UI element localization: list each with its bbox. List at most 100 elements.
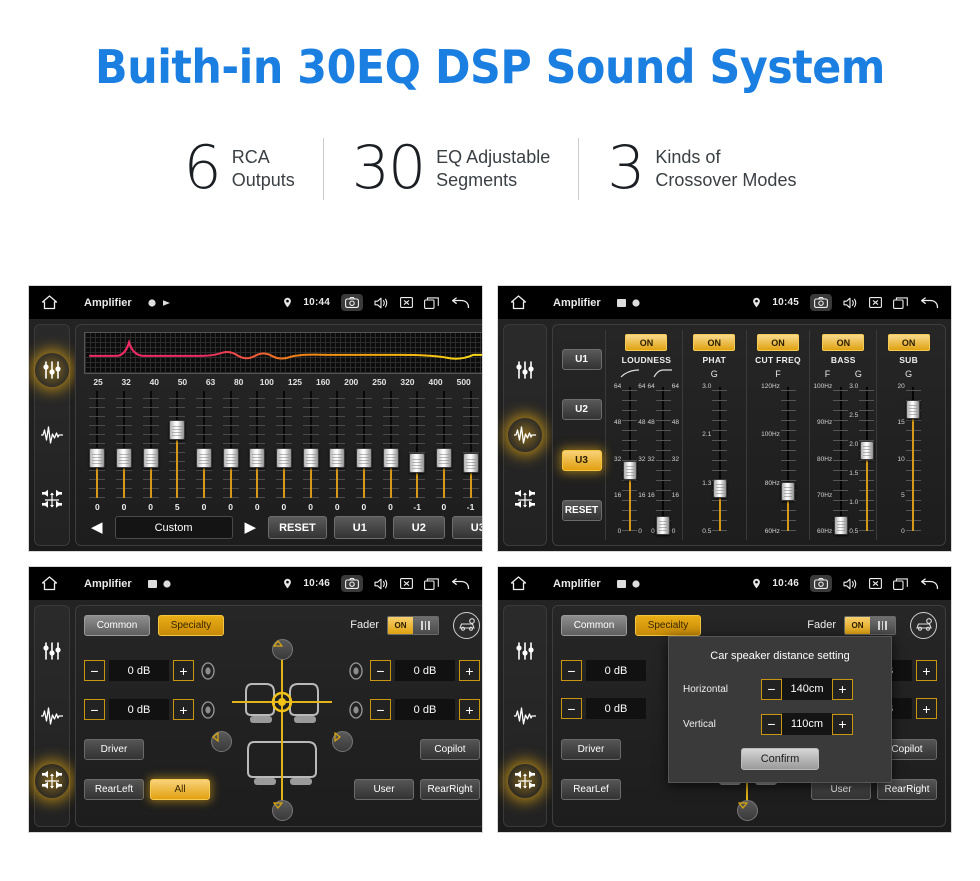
- plus-button[interactable]: +: [916, 660, 937, 682]
- seat-copilot-button[interactable]: Copilot: [420, 739, 480, 761]
- eq-slider-track[interactable]: [89, 389, 106, 500]
- tab-specialty[interactable]: Specialty: [635, 614, 701, 636]
- dsp-slider[interactable]: 64 48 32 16 0 64 48 32 16 0: [613, 383, 646, 535]
- minus-button[interactable]: −: [84, 699, 105, 721]
- eq-band-slider[interactable]: 0: [137, 389, 164, 512]
- close-icon[interactable]: [869, 578, 882, 589]
- dsp-slider[interactable]: 3.0 2.1 1.3 0.5: [701, 383, 728, 535]
- slider-knob[interactable]: [142, 447, 159, 468]
- camera-icon[interactable]: [341, 294, 363, 311]
- dsp-slider[interactable]: 64 48 32 16 0 64 48 32 16 0: [646, 383, 679, 535]
- home-icon[interactable]: [41, 295, 58, 310]
- seat-rearright-button[interactable]: RearRight: [420, 779, 480, 801]
- eq-band-slider[interactable]: -1: [457, 389, 482, 512]
- slider-track[interactable]: [859, 383, 875, 535]
- preset-next-button[interactable]: ▶: [240, 520, 262, 535]
- plus-button[interactable]: +: [916, 698, 937, 720]
- eq-band-slider[interactable]: 0: [84, 389, 111, 512]
- eq-slider-track[interactable]: [355, 389, 372, 500]
- slider-knob[interactable]: [833, 515, 848, 535]
- eq-band-slider[interactable]: 0: [244, 389, 271, 512]
- home-icon[interactable]: [510, 576, 527, 591]
- recents-icon[interactable]: [424, 296, 439, 309]
- fader-toggle[interactable]: ON: [387, 615, 439, 635]
- volume-icon[interactable]: [843, 578, 858, 590]
- back-icon[interactable]: [919, 296, 939, 309]
- sidebar-item-equalizer[interactable]: [508, 634, 542, 668]
- minus-button[interactable]: −: [761, 713, 782, 735]
- toggle-on-button[interactable]: ON: [693, 334, 736, 351]
- eq-slider-track[interactable]: [195, 389, 212, 500]
- slider-knob[interactable]: [275, 447, 292, 468]
- minus-button[interactable]: −: [761, 678, 782, 700]
- sidebar-item-balance[interactable]: [508, 764, 542, 799]
- sidebar-item-balance[interactable]: [35, 483, 69, 517]
- slider-knob[interactable]: [382, 447, 399, 468]
- slider-knob[interactable]: [169, 420, 186, 441]
- dsp-slider[interactable]: 100Hz 90Hz 80Hz 70Hz 60Hz: [812, 383, 849, 535]
- dsp-slider[interactable]: 3.0 2.5 2.0 1.5 1.0 0.5: [848, 383, 875, 535]
- slider-knob[interactable]: [249, 447, 266, 468]
- camera-icon[interactable]: [810, 575, 832, 592]
- reset-button[interactable]: RESET: [268, 516, 327, 539]
- eq-slider-track[interactable]: [115, 389, 132, 500]
- slider-knob[interactable]: [329, 447, 346, 468]
- preset-u3-button[interactable]: U3: [561, 449, 602, 471]
- seat-driver-button[interactable]: Driver: [561, 738, 621, 760]
- slider-track[interactable]: [655, 383, 671, 535]
- recents-icon[interactable]: [893, 577, 908, 590]
- eq-slider-track[interactable]: [249, 389, 266, 500]
- dsp-slider[interactable]: 20 15 10 5 0: [897, 383, 921, 535]
- recents-icon[interactable]: [424, 577, 439, 590]
- slider-knob[interactable]: [859, 441, 874, 461]
- nav-up-button[interactable]: [272, 639, 293, 660]
- close-icon[interactable]: [400, 297, 413, 308]
- slider-track[interactable]: [780, 383, 796, 535]
- toggle-on-button[interactable]: ON: [887, 334, 930, 351]
- sidebar-item-waveform[interactable]: [508, 699, 542, 733]
- minus-button[interactable]: −: [561, 698, 582, 720]
- slider-track[interactable]: [712, 383, 728, 535]
- seat-user-button[interactable]: User: [354, 779, 414, 801]
- slider-knob[interactable]: [906, 400, 921, 420]
- sidebar-item-waveform[interactable]: [35, 699, 69, 733]
- eq-slider-track[interactable]: [169, 389, 186, 500]
- slider-knob[interactable]: [435, 447, 452, 468]
- eq-band-slider[interactable]: 0: [111, 389, 138, 512]
- eq-band-slider[interactable]: 0: [324, 389, 351, 512]
- eq-band-slider[interactable]: 0: [351, 389, 378, 512]
- eq-slider-track[interactable]: [409, 389, 426, 500]
- eq-band-slider[interactable]: 0: [297, 389, 324, 512]
- slider-knob[interactable]: [302, 447, 319, 468]
- sidebar-item-equalizer[interactable]: [508, 353, 542, 387]
- seat-position-map[interactable]: [211, 639, 353, 821]
- volume-icon[interactable]: [843, 297, 858, 309]
- eq-band-slider[interactable]: 5: [164, 389, 191, 512]
- minus-button[interactable]: −: [370, 699, 391, 721]
- slider-knob[interactable]: [355, 447, 372, 468]
- fader-toggle[interactable]: ON: [844, 615, 896, 635]
- slider-knob[interactable]: [409, 453, 426, 474]
- camera-icon[interactable]: [341, 575, 363, 592]
- preset-u1-button[interactable]: U1: [561, 348, 602, 370]
- tab-specialty[interactable]: Specialty: [158, 614, 224, 636]
- toggle-on-button[interactable]: ON: [822, 334, 865, 351]
- nav-down-button[interactable]: [737, 800, 758, 821]
- preset-prev-button[interactable]: ◀: [86, 520, 108, 535]
- toggle-on-button[interactable]: ON: [625, 334, 668, 351]
- minus-button[interactable]: −: [370, 660, 391, 682]
- camera-icon[interactable]: [810, 294, 832, 311]
- slider-track[interactable]: [905, 383, 921, 535]
- sidebar-item-balance[interactable]: [35, 764, 69, 799]
- toggle-on-button[interactable]: ON: [757, 334, 800, 351]
- sidebar-item-waveform[interactable]: [508, 417, 542, 452]
- eq-band-slider[interactable]: 0: [431, 389, 458, 512]
- sidebar-item-balance[interactable]: [508, 483, 542, 517]
- preset-u1-button[interactable]: U1: [333, 516, 386, 539]
- slider-knob[interactable]: [222, 447, 239, 468]
- eq-slider-track[interactable]: [329, 389, 346, 500]
- dsp-slider[interactable]: 120Hz 100Hz 80Hz 60Hz: [760, 383, 796, 535]
- close-icon[interactable]: [400, 578, 413, 589]
- slider-knob[interactable]: [712, 479, 727, 499]
- preset-name[interactable]: Custom: [114, 516, 233, 539]
